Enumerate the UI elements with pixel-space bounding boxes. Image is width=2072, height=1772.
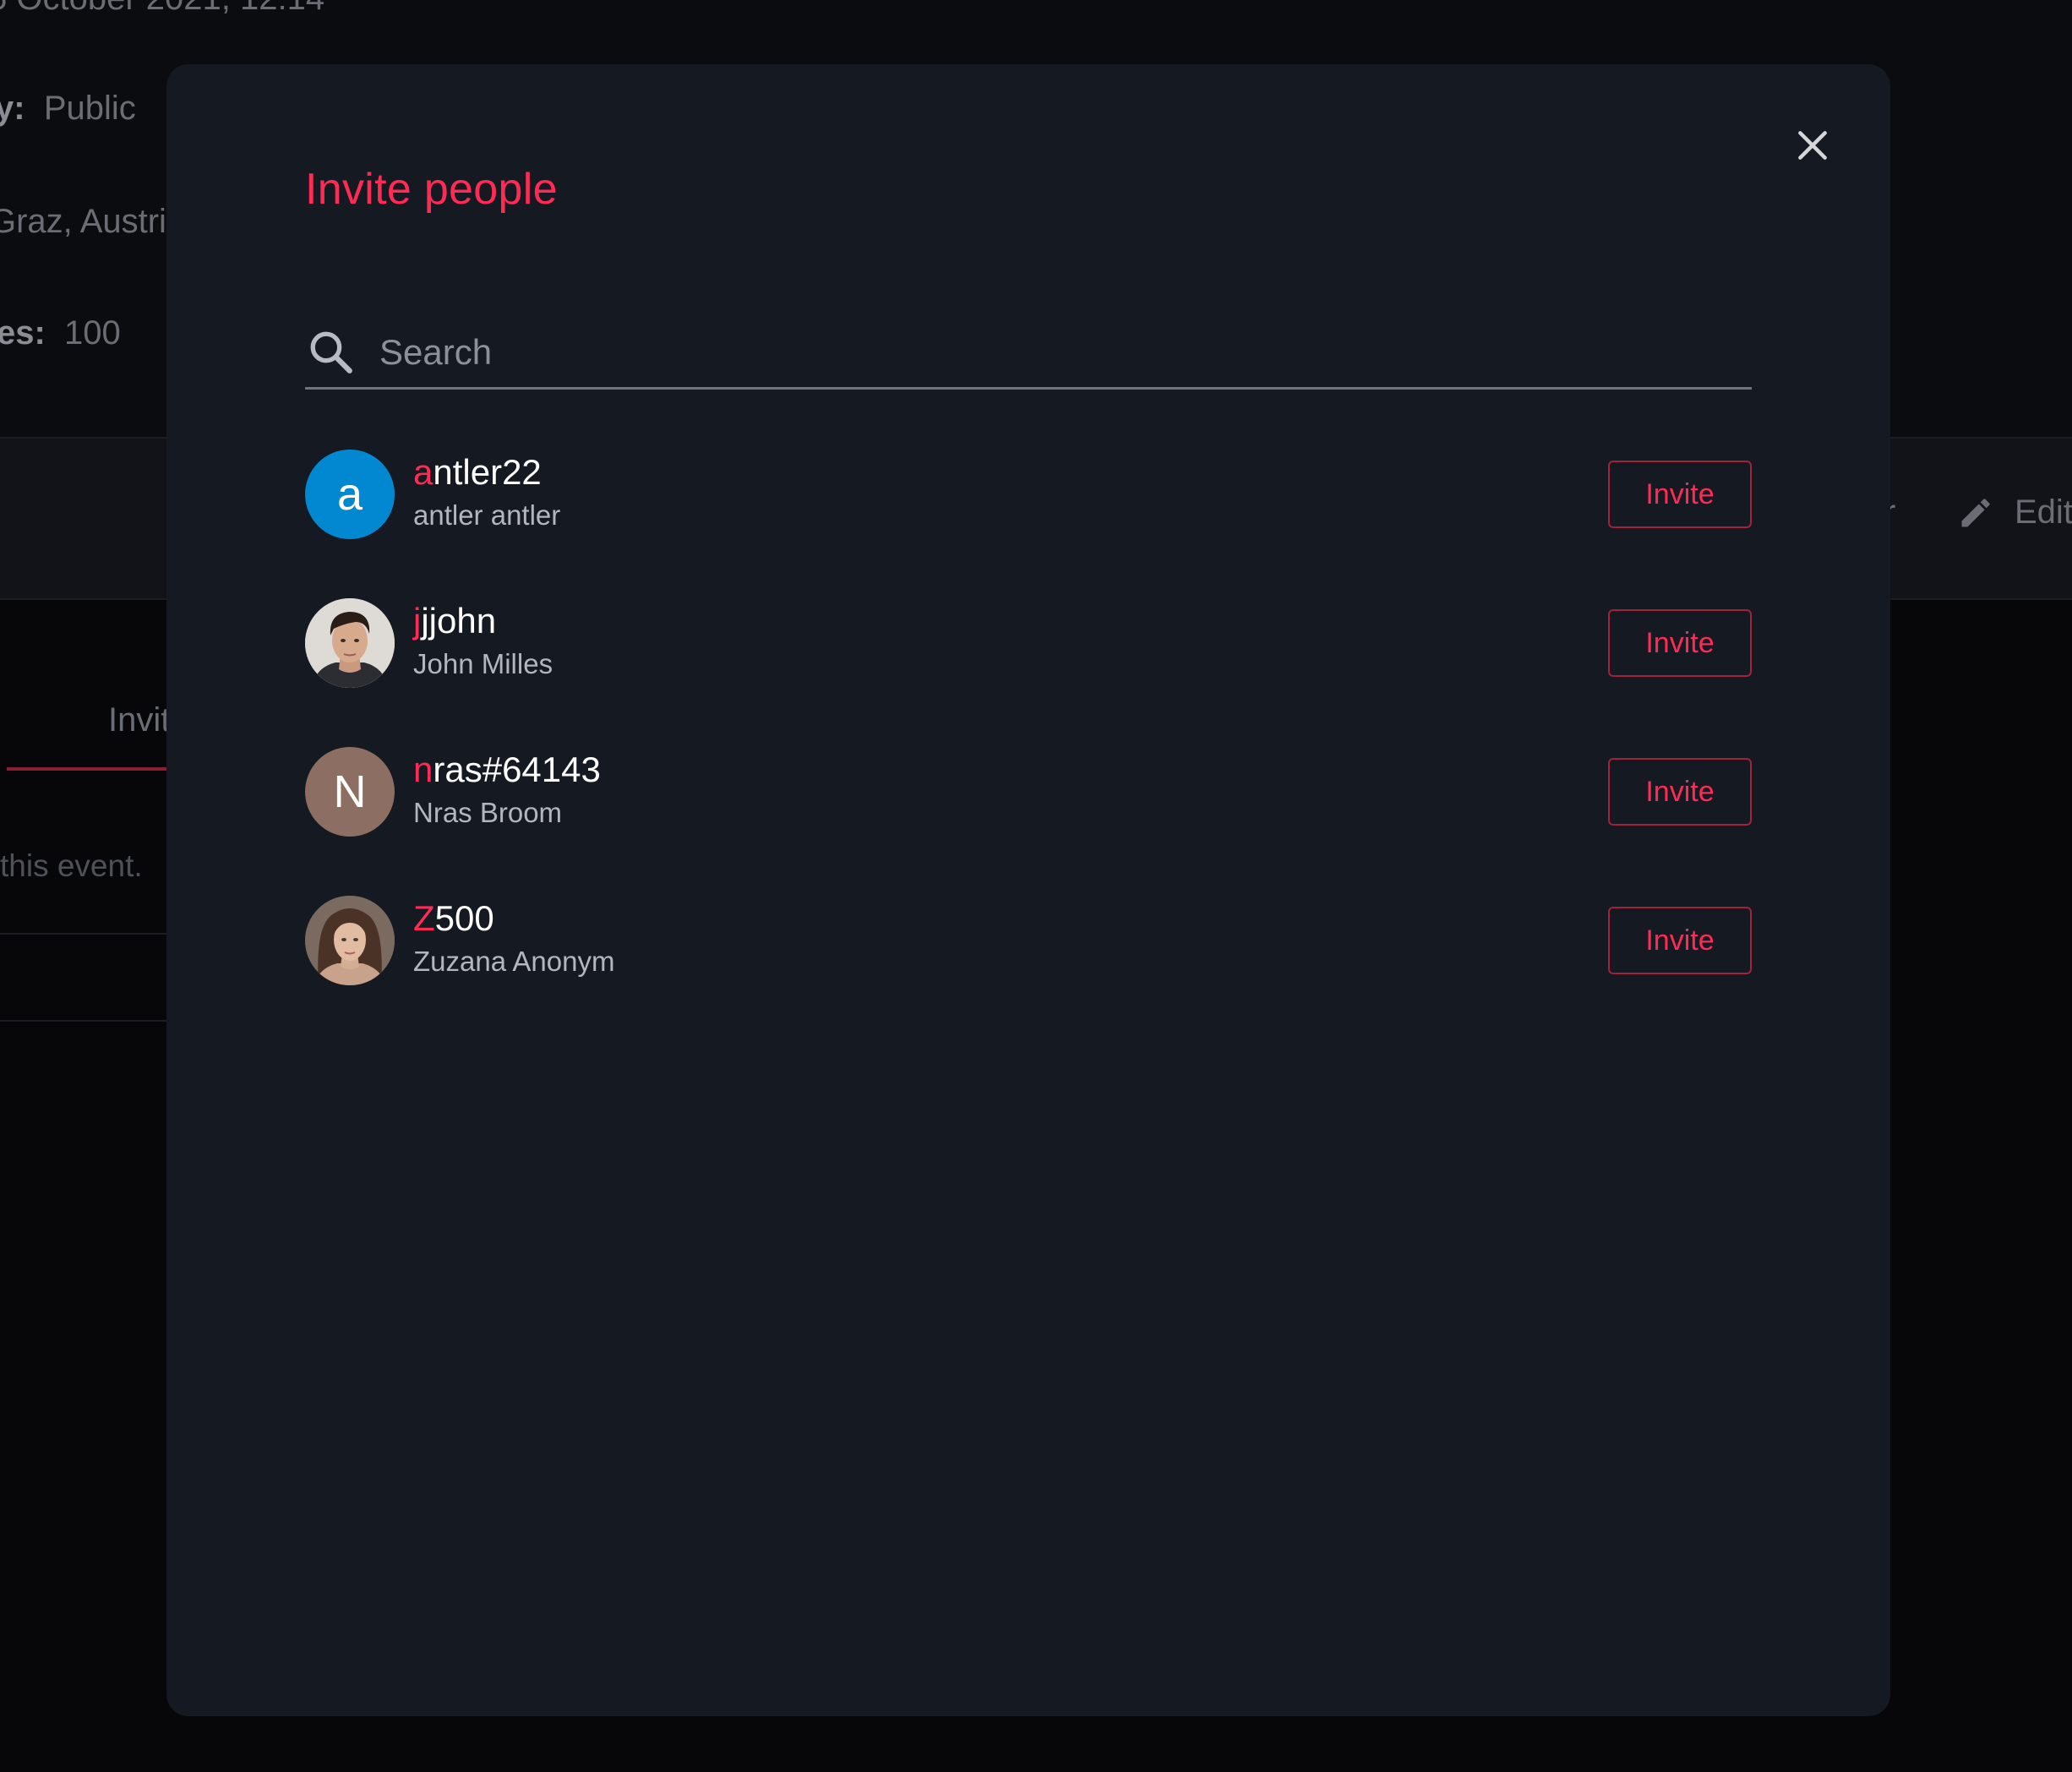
close-icon: [1798, 131, 1827, 160]
close-button[interactable]: [1789, 122, 1836, 169]
search-field[interactable]: [305, 318, 1752, 390]
man-photo-icon: [305, 598, 395, 688]
username-initial: a: [413, 452, 433, 492]
full-name: antler antler: [413, 499, 561, 531]
username-initial: n: [413, 750, 433, 789]
user-row: N nras#64143 Nras Broom Invite: [305, 747, 1752, 896]
full-name: John Milles: [413, 648, 553, 679]
invite-button[interactable]: Invite: [1608, 609, 1752, 677]
edit-label: Edit: [2015, 493, 2072, 531]
search-icon: [310, 331, 352, 373]
avatar: a: [305, 450, 395, 539]
divider: [0, 933, 169, 935]
user-row: a antler22 antler antler Invite: [305, 450, 1752, 598]
user-info: Z500 Zuzana Anonym: [413, 897, 614, 980]
event-page: 5 October 2021, 12:14 y: Public Graz, Au…: [0, 0, 2072, 1772]
avatar: N: [305, 747, 395, 837]
avatar: [305, 896, 395, 985]
tab-indicator: [7, 767, 176, 771]
full-name: Nras Broom: [413, 797, 563, 828]
username: jjjohn: [413, 600, 553, 642]
user-row: Z500 Zuzana Anonym Invite: [305, 896, 1752, 1044]
tab-invitations[interactable]: Invit: [108, 701, 170, 739]
username-rest: ntler22: [433, 452, 542, 492]
avatar-letter: a: [336, 469, 363, 520]
user-info: nras#64143 Nras Broom: [413, 749, 601, 831]
event-visibility: y: Public: [0, 90, 136, 128]
pencil-icon: [1961, 498, 1990, 526]
username-initial: Z: [413, 898, 435, 938]
user-list: a antler22 antler antler Invite jjjohn J…: [305, 450, 1752, 1044]
search-input[interactable]: [378, 331, 1752, 373]
username: antler22: [413, 451, 560, 493]
username-initial: j: [413, 601, 422, 641]
divider: [0, 1020, 169, 1022]
invite-people-modal: Invite people a antler22 antler antler I…: [166, 64, 1890, 1716]
empty-state-text: this event.: [0, 848, 143, 883]
modal-title: Invite people: [305, 165, 558, 214]
username-rest: 500: [434, 898, 494, 938]
avatar-letter: N: [333, 766, 367, 817]
user-row: jjjohn John Milles Invite: [305, 598, 1752, 747]
full-name: Zuzana Anonym: [413, 946, 615, 977]
invite-button[interactable]: Invite: [1608, 907, 1752, 974]
woman-photo-icon: [305, 896, 395, 985]
username-rest: jjohn: [421, 601, 497, 641]
invite-button[interactable]: Invite: [1608, 758, 1752, 826]
event-date: 5 October 2021, 12:14: [0, 0, 324, 18]
event-location: Graz, Austria: [0, 203, 186, 240]
attendees-value: 100: [64, 314, 121, 352]
edit-button[interactable]: Edit: [1957, 493, 2072, 532]
visibility-value: Public: [43, 90, 136, 127]
avatar: [305, 598, 395, 688]
invite-button[interactable]: Invite: [1608, 461, 1752, 528]
username: Z500: [413, 897, 614, 940]
user-info: antler22 antler antler: [413, 451, 560, 534]
attendees-label: es:: [0, 314, 46, 352]
username-rest: ras#64143: [433, 750, 601, 789]
username: nras#64143: [413, 749, 601, 791]
user-info: jjjohn John Milles: [413, 600, 553, 683]
visibility-label: y:: [0, 90, 25, 127]
event-attendees: es: 100: [0, 314, 121, 352]
